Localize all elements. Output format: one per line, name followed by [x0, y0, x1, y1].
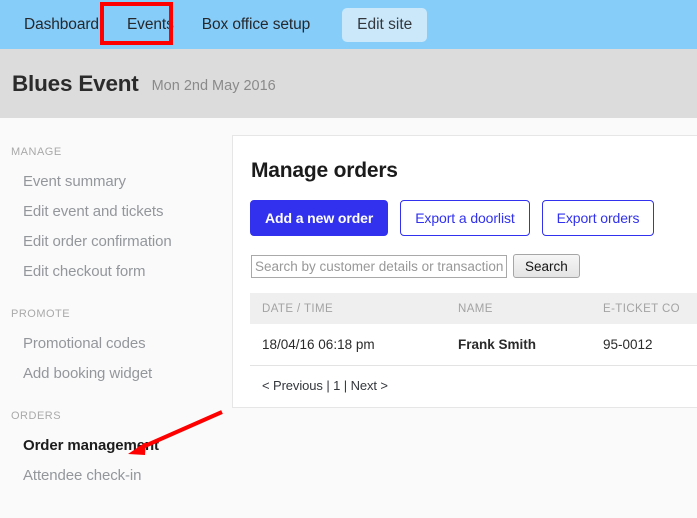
nav-item-box-office-setup[interactable]: Box office setup	[188, 10, 324, 40]
cell-date-time: 18/04/16 06:18 pm	[250, 324, 446, 366]
sidebar-item-edit-checkout-form[interactable]: Edit checkout form	[0, 257, 232, 287]
panel-title: Manage orders	[251, 159, 398, 182]
pagination-previous-link[interactable]: < Previous	[262, 378, 323, 393]
top-navigation-bar: Dashboard Events Box office setup Edit s…	[0, 0, 697, 49]
pagination-separator-2: |	[343, 378, 348, 393]
search-bar: Search	[251, 254, 697, 278]
nav-item-events[interactable]: Events	[113, 10, 188, 40]
sidebar-section-label-manage: MANAGE	[11, 146, 62, 158]
sidebar-section-label-orders: ORDERS	[11, 410, 62, 422]
sidebar-item-event-summary[interactable]: Event summary	[0, 167, 232, 197]
sidebar-item-promotional-codes[interactable]: Promotional codes	[0, 329, 232, 359]
search-button[interactable]: Search	[513, 254, 580, 278]
search-input[interactable]	[251, 254, 507, 278]
sidebar: MANAGE Event summary Edit event and tick…	[0, 118, 232, 512]
pagination-page-1-link[interactable]: 1	[333, 378, 340, 393]
orders-table: DATE / TIME NAME E-TICKET CO 18/04/16 06…	[250, 293, 697, 366]
pagination: < Previous | 1 | Next >	[250, 366, 697, 393]
column-header-date-time[interactable]: DATE / TIME	[250, 293, 446, 324]
sidebar-group-manage: MANAGE Event summary Edit event and tick…	[0, 146, 232, 287]
edit-site-button[interactable]: Edit site	[342, 7, 428, 42]
content-area: MANAGE Event summary Edit event and tick…	[0, 118, 697, 518]
page-title: Blues Event	[12, 70, 139, 96]
manage-orders-panel: Manage orders Add a new order Export a d…	[232, 135, 697, 408]
pagination-separator-1: |	[326, 378, 330, 393]
table-header-row: DATE / TIME NAME E-TICKET CO	[250, 293, 697, 324]
cell-eticket-code: 95-0012	[591, 324, 697, 366]
sidebar-item-edit-order-confirmation[interactable]: Edit order confirmation	[0, 227, 232, 257]
nav-item-dashboard[interactable]: Dashboard	[10, 10, 113, 40]
pagination-next-link[interactable]: Next >	[351, 378, 388, 393]
event-header-band: Blues Event Mon 2nd May 2016	[0, 49, 697, 118]
sidebar-item-order-management[interactable]: Order management	[0, 431, 232, 461]
table-row[interactable]: 18/04/16 06:18 pm Frank Smith 95-0012	[250, 324, 697, 366]
column-header-eticket-code[interactable]: E-TICKET CO	[591, 293, 697, 324]
sidebar-group-promote: PROMOTE Promotional codes Add booking wi…	[0, 308, 232, 389]
column-header-name[interactable]: NAME	[446, 293, 591, 324]
export-a-doorlist-button[interactable]: Export a doorlist	[400, 200, 530, 236]
sidebar-item-attendee-check-in[interactable]: Attendee check-in	[0, 461, 232, 491]
sidebar-item-edit-event-and-tickets[interactable]: Edit event and tickets	[0, 197, 232, 227]
cell-customer-name-link[interactable]: Frank Smith	[446, 324, 591, 366]
add-a-new-order-button[interactable]: Add a new order	[250, 200, 389, 236]
export-orders-button[interactable]: Export orders	[541, 200, 655, 236]
panel-action-buttons: Add a new order Export a doorlist Export…	[250, 200, 697, 236]
sidebar-item-add-booking-widget[interactable]: Add booking widget	[0, 359, 232, 389]
sidebar-group-orders: ORDERS Order management Attendee check-i…	[0, 410, 232, 491]
sidebar-section-label-promote: PROMOTE	[11, 308, 71, 320]
event-date: Mon 2nd May 2016	[151, 78, 276, 94]
